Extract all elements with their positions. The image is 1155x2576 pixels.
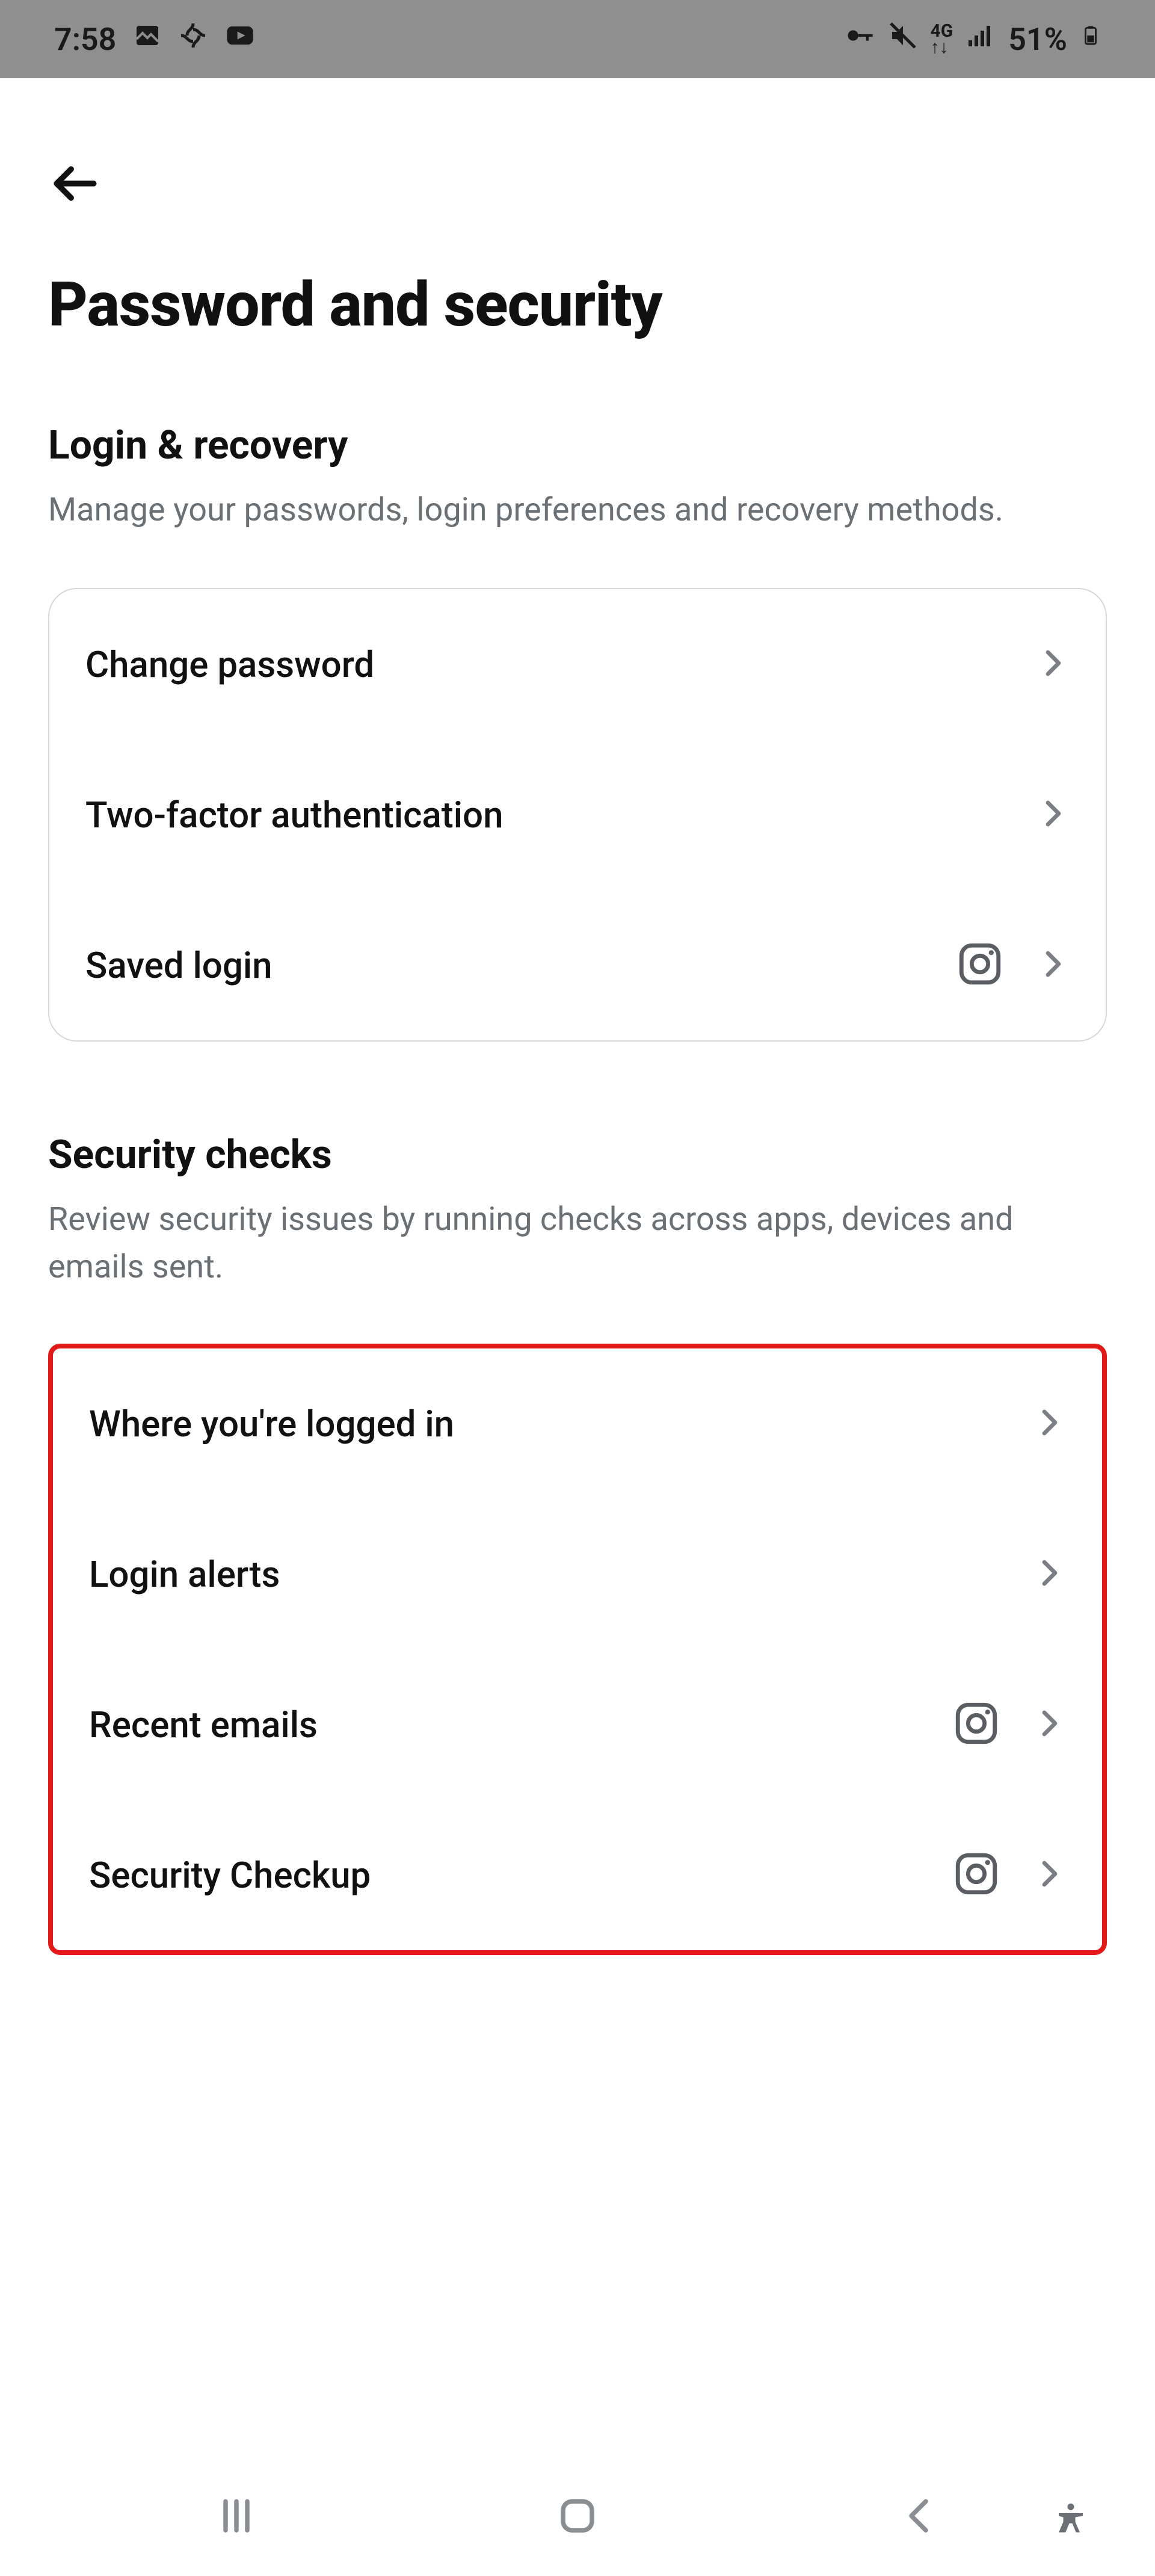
gallery-icon (133, 21, 162, 58)
row-icons (1033, 1557, 1066, 1592)
accessibility-button[interactable] (1047, 2495, 1095, 2543)
row-where-logged-in[interactable]: Where you're logged in (53, 1348, 1102, 1499)
row-label: Change password (85, 643, 1037, 686)
row-security-checkup[interactable]: Security Checkup (53, 1800, 1102, 1950)
chevron-right-icon (1033, 1406, 1066, 1441)
row-icons (952, 1849, 1066, 1901)
row-icons (955, 939, 1070, 991)
sheet: Password and security Login & recovery M… (0, 78, 1155, 2576)
instagram-icon (955, 939, 1005, 991)
login-card: Change password Two-factor authenticatio… (48, 588, 1107, 1042)
system-nav-bar (0, 2456, 1155, 2576)
phone-frame: 7:58 4G↑↓ 51% (0, 0, 1155, 2576)
chevron-right-icon (1037, 647, 1070, 682)
row-label: Security Checkup (89, 1854, 952, 1897)
nav-recents-button[interactable] (209, 2489, 263, 2543)
page-title: Password and security (48, 271, 1107, 338)
row-label: Two-factor authentication (85, 794, 1037, 836)
pinwheel-icon (179, 21, 208, 58)
section-title-checks: Security checks (48, 1132, 1107, 1178)
nav-back-button[interactable] (892, 2489, 946, 2543)
row-login-alerts[interactable]: Login alerts (53, 1499, 1102, 1649)
status-left: 7:58 (54, 20, 256, 59)
row-change-password[interactable]: Change password (49, 589, 1106, 740)
security-checks-card-highlighted: Where you're logged in Login alerts (48, 1344, 1107, 1955)
content: Password and security Login & recovery M… (0, 78, 1155, 1955)
row-saved-login[interactable]: Saved login (49, 890, 1106, 1040)
instagram-icon (952, 1849, 1001, 1901)
youtube-icon (224, 20, 256, 59)
section-desc-login: Manage your passwords, login preferences… (48, 487, 1107, 534)
row-label: Recent emails (89, 1703, 952, 1746)
mute-icon (889, 21, 917, 58)
section-title-login: Login & recovery (48, 422, 1107, 469)
nav-home-button[interactable] (550, 2489, 605, 2543)
status-bar: 7:58 4G↑↓ 51% (0, 0, 1155, 78)
status-right: 4G↑↓ 51% (844, 20, 1101, 59)
row-label: Login alerts (89, 1553, 1033, 1596)
chevron-right-icon (1033, 1557, 1066, 1592)
row-two-factor[interactable]: Two-factor authentication (49, 740, 1106, 890)
row-icons (1037, 647, 1070, 682)
chevron-right-icon (1033, 1707, 1066, 1742)
row-recent-emails[interactable]: Recent emails (53, 1649, 1102, 1800)
row-label: Where you're logged in (89, 1403, 1033, 1445)
section-security-checks: Security checks Review security issues b… (48, 1132, 1107, 1955)
signal-icon (966, 21, 995, 58)
network-4g-icon: 4G↑↓ (931, 23, 953, 55)
vpn-key-icon (844, 20, 875, 59)
section-login-recovery: Login & recovery Manage your passwords, … (48, 422, 1107, 1042)
chevron-right-icon (1033, 1858, 1066, 1892)
chevron-right-icon (1037, 948, 1070, 983)
battery-percent: 51% (1008, 21, 1067, 58)
instagram-icon (952, 1699, 1001, 1750)
chevron-right-icon (1037, 797, 1070, 832)
back-button[interactable] (48, 156, 102, 211)
battery-icon (1080, 20, 1101, 59)
row-icons (1037, 797, 1070, 832)
row-icons (952, 1699, 1066, 1750)
row-label: Saved login (85, 944, 955, 987)
spacer (48, 1042, 1107, 1132)
row-icons (1033, 1406, 1066, 1441)
status-time: 7:58 (54, 21, 116, 58)
section-desc-checks: Review security issues by running checks… (48, 1196, 1107, 1291)
